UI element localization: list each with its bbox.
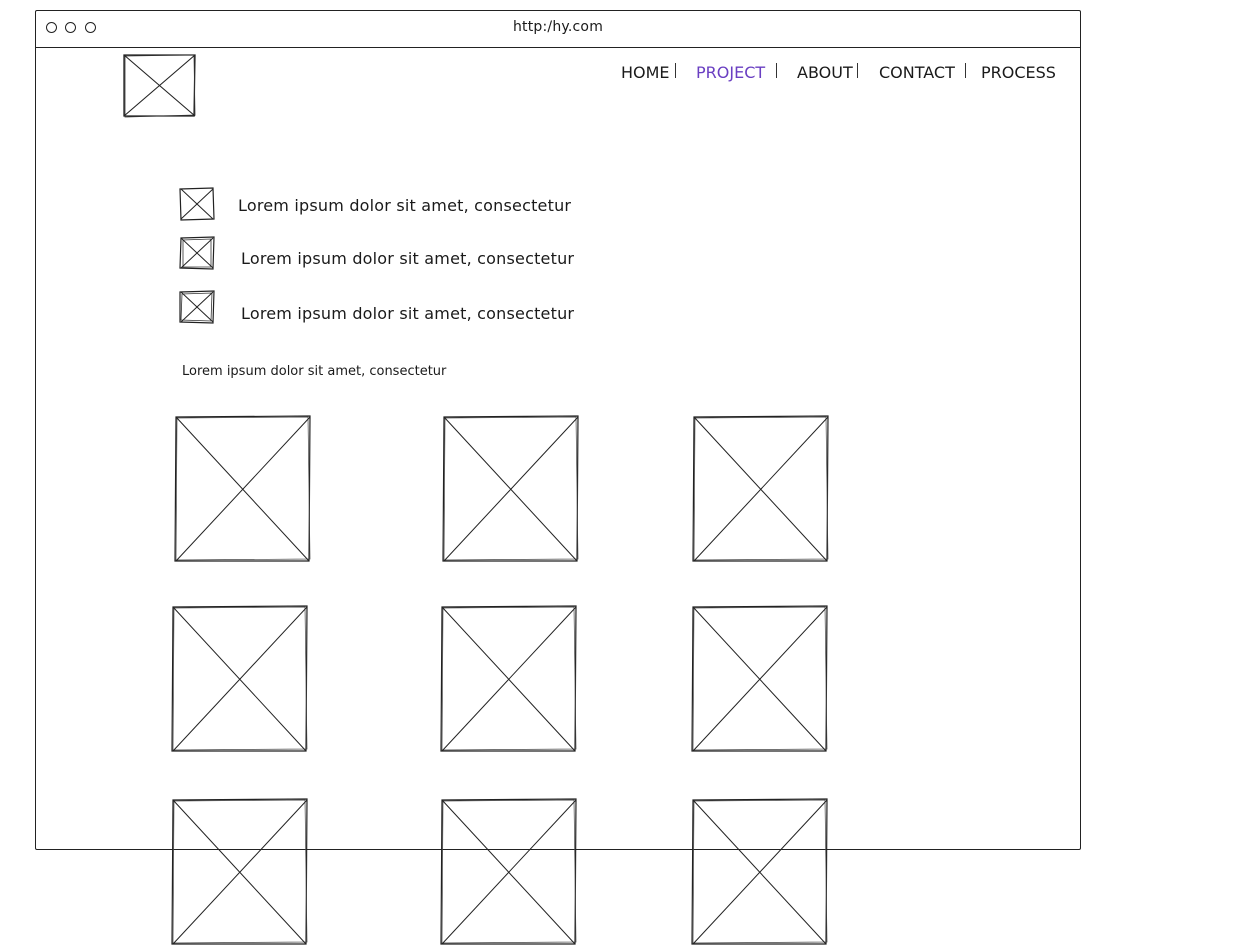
feature-item-icon <box>179 290 215 324</box>
image-placeholder-icon <box>442 415 579 562</box>
feature-item-text: Lorem ipsum dolor sit amet, consectetur <box>241 304 575 323</box>
gallery-caption: Lorem ipsum dolor sit amet, consectetur <box>182 364 447 379</box>
image-placeholder-icon <box>440 798 577 945</box>
feature-item-icon <box>179 236 215 270</box>
image-placeholder-icon <box>179 290 215 324</box>
nav-contact[interactable]: CONTACT <box>879 63 955 82</box>
gallery-item[interactable] <box>171 605 308 752</box>
nav-project[interactable]: PROJECT <box>696 63 765 82</box>
nav-divider <box>857 63 858 78</box>
feature-item-icon <box>179 187 215 221</box>
image-placeholder-icon <box>440 605 577 752</box>
feature-item-text: Lorem ipsum dolor sit amet, consectetur <box>241 249 575 268</box>
image-placeholder-icon <box>171 605 308 752</box>
gallery-item[interactable] <box>442 415 579 562</box>
image-placeholder-icon <box>171 798 308 945</box>
gallery-item[interactable] <box>692 415 829 562</box>
browser-window: http:/hy.com HOME PROJECT ABOUT CONTACT … <box>35 10 1081 945</box>
nav-divider <box>776 63 777 78</box>
nav-divider <box>965 63 966 78</box>
image-placeholder-icon <box>123 54 196 118</box>
feature-item-text: Lorem ipsum dolor sit amet, consectetur <box>238 196 572 215</box>
gallery-item[interactable] <box>440 798 577 945</box>
image-placeholder-icon <box>179 236 215 270</box>
image-placeholder-icon <box>179 187 215 221</box>
nav-divider <box>675 63 676 78</box>
browser-titlebar: http:/hy.com <box>36 11 1080 48</box>
logo-placeholder[interactable] <box>123 54 196 118</box>
nav-home[interactable]: HOME <box>621 63 670 82</box>
gallery-item[interactable] <box>691 798 828 945</box>
gallery-item[interactable] <box>174 415 311 562</box>
image-placeholder-icon <box>174 415 311 562</box>
image-placeholder-icon <box>691 798 828 945</box>
image-placeholder-icon <box>692 415 829 562</box>
gallery-item[interactable] <box>171 798 308 945</box>
gallery-item[interactable] <box>440 605 577 752</box>
address-bar-url[interactable]: http:/hy.com <box>36 19 1080 35</box>
gallery-item[interactable] <box>691 605 828 752</box>
image-placeholder-icon <box>691 605 828 752</box>
nav-process[interactable]: PROCESS <box>981 63 1056 82</box>
nav-about[interactable]: ABOUT <box>797 63 853 82</box>
